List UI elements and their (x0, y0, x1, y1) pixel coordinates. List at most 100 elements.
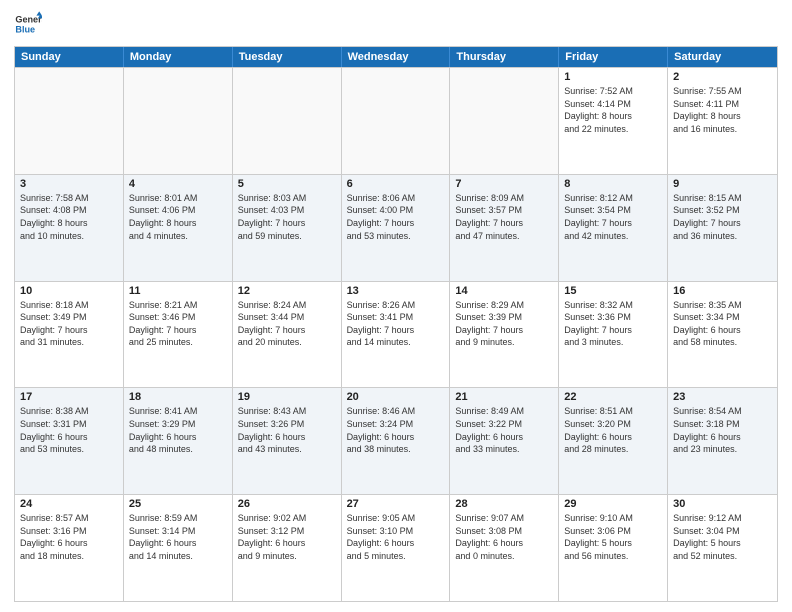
day-cell-7: 7 Sunrise: 8:09 AMSunset: 3:57 PMDaylight… (450, 175, 559, 281)
day-cell-11: 11 Sunrise: 8:21 AMSunset: 3:46 PMDayligh… (124, 282, 233, 388)
day-cell-28: 28Sunrise: 9:07 AMSunset: 3:08 PMDayligh… (450, 495, 559, 601)
day-number: 13 (347, 285, 445, 297)
day-info: Sunrise: 8:06 AMSunset: 4:00 PMDaylight:… (347, 192, 445, 242)
day-info: Sunrise: 8:01 AMSunset: 4:06 PMDaylight:… (129, 192, 227, 242)
day-info: Sunrise: 9:02 AMSunset: 3:12 PMDaylight:… (238, 512, 336, 562)
day-info: Sunrise: 8:49 AMSunset: 3:22 PMDaylight:… (455, 405, 553, 455)
day-info: Sunrise: 8:59 AMSunset: 3:14 PMDaylight:… (129, 512, 227, 562)
day-info: Sunrise: 8:35 AMSunset: 3:34 PMDaylight:… (673, 299, 772, 349)
day-info: Sunrise: 8:57 AMSunset: 3:16 PMDaylight:… (20, 512, 118, 562)
day-number: 2 (673, 71, 772, 83)
day-info: Sunrise: 7:58 AMSunset: 4:08 PMDaylight:… (20, 192, 118, 242)
day-cell-9: 9Sunrise: 8:15 AMSunset: 3:52 PMDaylight… (668, 175, 777, 281)
day-cell-2: 2 Sunrise: 7:55 AMSunset: 4:11 PMDaylight… (668, 68, 777, 174)
day-cell-27: 27 Sunrise: 9:05 AMSunset: 3:10 PMDayligh… (342, 495, 451, 601)
day-cell-17: 17 Sunrise: 8:38 AMSunset: 3:31 PMDayligh… (15, 388, 124, 494)
empty-cell (342, 68, 451, 174)
day-info: Sunrise: 8:54 AMSunset: 3:18 PMDaylight:… (673, 405, 772, 455)
logo-icon: General Blue (14, 10, 42, 38)
day-number: 27 (347, 498, 445, 510)
day-number: 4 (129, 178, 227, 190)
calendar-row-3: 10 Sunrise: 8:18 AMSunset: 3:49 PMDayligh… (15, 281, 777, 388)
day-number: 1 (564, 71, 662, 83)
empty-cell (124, 68, 233, 174)
day-cell-29: 29 Sunrise: 9:10 AMSunset: 3:06 PMDayligh… (559, 495, 668, 601)
header-day-tuesday: Tuesday (233, 47, 342, 67)
empty-cell (15, 68, 124, 174)
day-info: Sunrise: 8:26 AMSunset: 3:41 PMDaylight:… (347, 299, 445, 349)
day-info: Sunrise: 8:03 AMSunset: 4:03 PMDaylight:… (238, 192, 336, 242)
day-number: 10 (20, 285, 118, 297)
header-day-friday: Friday (559, 47, 668, 67)
day-cell-14: 14Sunrise: 8:29 AMSunset: 3:39 PMDayligh… (450, 282, 559, 388)
day-number: 14 (455, 285, 553, 297)
day-cell-21: 21Sunrise: 8:49 AMSunset: 3:22 PMDayligh… (450, 388, 559, 494)
day-cell-22: 22 Sunrise: 8:51 AMSunset: 3:20 PMDayligh… (559, 388, 668, 494)
day-number: 7 (455, 178, 553, 190)
calendar-header: SundayMondayTuesdayWednesdayThursdayFrid… (15, 47, 777, 67)
calendar-row-1: 1 Sunrise: 7:52 AMSunset: 4:14 PMDaylight… (15, 67, 777, 174)
day-info: Sunrise: 9:05 AMSunset: 3:10 PMDaylight:… (347, 512, 445, 562)
day-info: Sunrise: 9:10 AMSunset: 3:06 PMDaylight:… (564, 512, 662, 562)
day-cell-15: 15 Sunrise: 8:32 AMSunset: 3:36 PMDayligh… (559, 282, 668, 388)
day-number: 11 (129, 285, 227, 297)
day-info: Sunrise: 7:55 AMSunset: 4:11 PMDaylight:… (673, 85, 772, 135)
day-info: Sunrise: 9:12 AMSunset: 3:04 PMDaylight:… (673, 512, 772, 562)
day-info: Sunrise: 8:51 AMSunset: 3:20 PMDaylight:… (564, 405, 662, 455)
day-cell-16: 16Sunrise: 8:35 AMSunset: 3:34 PMDayligh… (668, 282, 777, 388)
day-cell-4: 4 Sunrise: 8:01 AMSunset: 4:06 PMDaylight… (124, 175, 233, 281)
day-number: 6 (347, 178, 445, 190)
day-cell-6: 6 Sunrise: 8:06 AMSunset: 4:00 PMDaylight… (342, 175, 451, 281)
header-day-thursday: Thursday (450, 47, 559, 67)
svg-text:Blue: Blue (15, 24, 35, 34)
day-number: 15 (564, 285, 662, 297)
day-cell-25: 25Sunrise: 8:59 AMSunset: 3:14 PMDayligh… (124, 495, 233, 601)
day-number: 23 (673, 391, 772, 403)
day-cell-10: 10 Sunrise: 8:18 AMSunset: 3:49 PMDayligh… (15, 282, 124, 388)
header-day-saturday: Saturday (668, 47, 777, 67)
day-number: 26 (238, 498, 336, 510)
day-number: 3 (20, 178, 118, 190)
day-info: Sunrise: 8:32 AMSunset: 3:36 PMDaylight:… (564, 299, 662, 349)
day-number: 18 (129, 391, 227, 403)
calendar-body: 1 Sunrise: 7:52 AMSunset: 4:14 PMDaylight… (15, 67, 777, 601)
svg-text:General: General (15, 15, 42, 25)
page: General Blue SundayMondayTuesdayWednesda… (0, 0, 792, 612)
day-cell-3: 3 Sunrise: 7:58 AMSunset: 4:08 PMDaylight… (15, 175, 124, 281)
day-info: Sunrise: 7:52 AMSunset: 4:14 PMDaylight:… (564, 85, 662, 135)
calendar-row-5: 24Sunrise: 8:57 AMSunset: 3:16 PMDayligh… (15, 494, 777, 601)
day-info: Sunrise: 8:09 AMSunset: 3:57 PMDaylight:… (455, 192, 553, 242)
calendar-row-4: 17 Sunrise: 8:38 AMSunset: 3:31 PMDayligh… (15, 387, 777, 494)
header: General Blue (14, 10, 778, 38)
day-number: 20 (347, 391, 445, 403)
day-cell-19: 19 Sunrise: 8:43 AMSunset: 3:26 PMDayligh… (233, 388, 342, 494)
day-info: Sunrise: 8:43 AMSunset: 3:26 PMDaylight:… (238, 405, 336, 455)
day-info: Sunrise: 8:18 AMSunset: 3:49 PMDaylight:… (20, 299, 118, 349)
day-cell-13: 13 Sunrise: 8:26 AMSunset: 3:41 PMDayligh… (342, 282, 451, 388)
day-cell-26: 26 Sunrise: 9:02 AMSunset: 3:12 PMDayligh… (233, 495, 342, 601)
day-number: 30 (673, 498, 772, 510)
day-cell-18: 18 Sunrise: 8:41 AMSunset: 3:29 PMDayligh… (124, 388, 233, 494)
day-number: 12 (238, 285, 336, 297)
day-info: Sunrise: 8:15 AMSunset: 3:52 PMDaylight:… (673, 192, 772, 242)
day-info: Sunrise: 8:24 AMSunset: 3:44 PMDaylight:… (238, 299, 336, 349)
day-cell-23: 23 Sunrise: 8:54 AMSunset: 3:18 PMDayligh… (668, 388, 777, 494)
day-info: Sunrise: 8:12 AMSunset: 3:54 PMDaylight:… (564, 192, 662, 242)
day-number: 17 (20, 391, 118, 403)
day-info: Sunrise: 8:41 AMSunset: 3:29 PMDaylight:… (129, 405, 227, 455)
header-day-sunday: Sunday (15, 47, 124, 67)
day-number: 28 (455, 498, 553, 510)
day-cell-1: 1 Sunrise: 7:52 AMSunset: 4:14 PMDaylight… (559, 68, 668, 174)
day-number: 5 (238, 178, 336, 190)
day-number: 22 (564, 391, 662, 403)
header-day-monday: Monday (124, 47, 233, 67)
calendar: SundayMondayTuesdayWednesdayThursdayFrid… (14, 46, 778, 602)
day-info: Sunrise: 8:21 AMSunset: 3:46 PMDaylight:… (129, 299, 227, 349)
day-number: 19 (238, 391, 336, 403)
day-info: Sunrise: 8:46 AMSunset: 3:24 PMDaylight:… (347, 405, 445, 455)
empty-cell (450, 68, 559, 174)
header-day-wednesday: Wednesday (342, 47, 451, 67)
day-number: 29 (564, 498, 662, 510)
day-info: Sunrise: 8:38 AMSunset: 3:31 PMDaylight:… (20, 405, 118, 455)
day-cell-20: 20 Sunrise: 8:46 AMSunset: 3:24 PMDayligh… (342, 388, 451, 494)
